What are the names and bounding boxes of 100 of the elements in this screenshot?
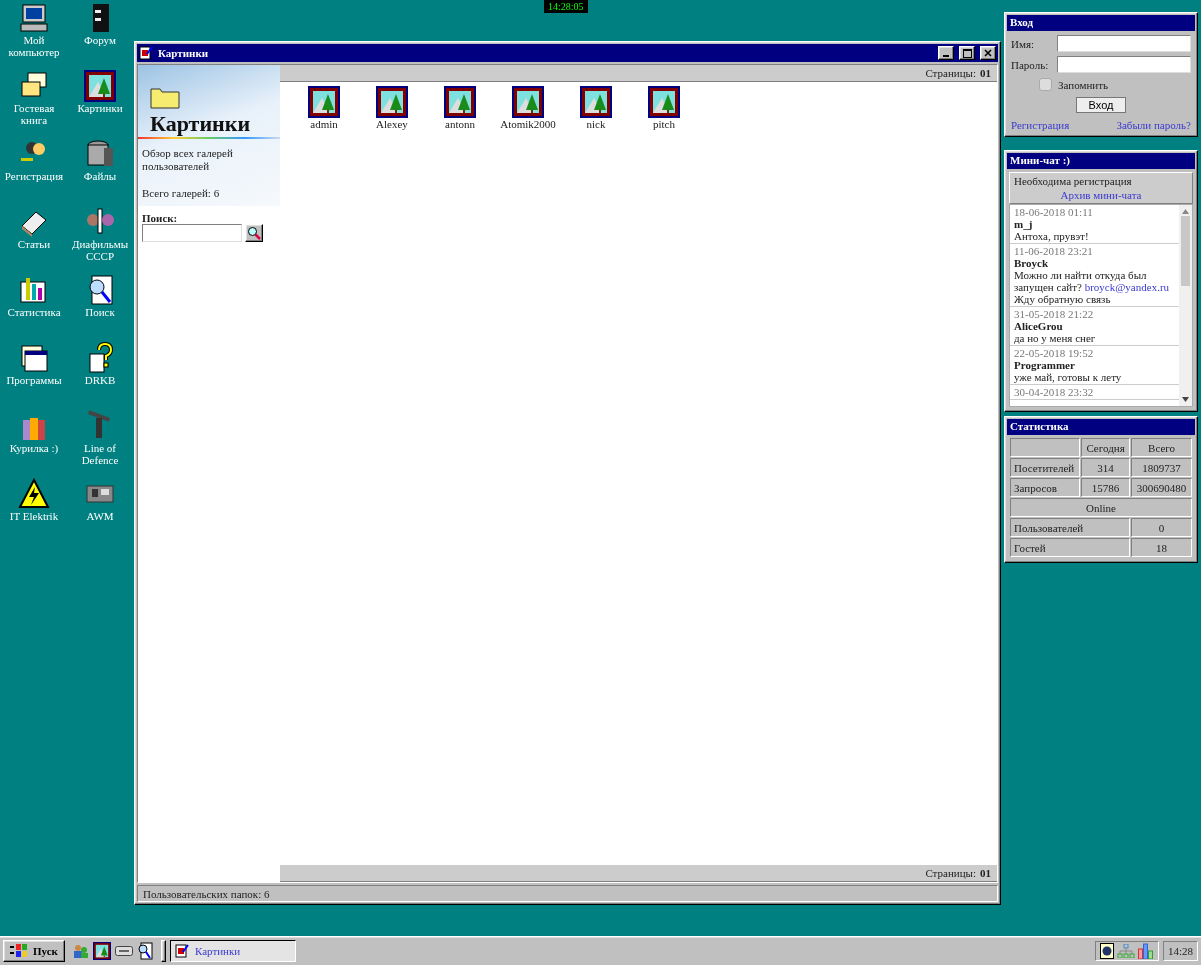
table-cell: Online — [1010, 498, 1192, 517]
close-icon — [984, 49, 992, 57]
message-date: 31-05-2018 21:22 — [1014, 308, 1095, 320]
field-label: Пароль: — [1011, 58, 1050, 71]
picture-icon — [512, 86, 544, 118]
start-button[interactable]: Пуск — [3, 940, 65, 962]
message-date: 11-06-2018 23:21 — [1014, 245, 1094, 257]
desktop-icon-label[interactable]: Файлы — [67, 170, 133, 182]
gallery-count: Всего галерей: 6 — [142, 187, 221, 200]
gallery-name[interactable]: admin — [310, 118, 338, 130]
table-cell: 300690480 — [1131, 478, 1192, 497]
desktop-icon-label[interactable]: IT Elektrik — [1, 510, 67, 522]
search-label: Поиск: — [142, 212, 179, 224]
desktop-icon-label[interactable]: AWM — [67, 510, 133, 522]
document-icon — [174, 944, 189, 958]
message-text: уже май, готовы к лету — [1014, 371, 1123, 383]
desktop-icon-label[interactable]: Статистика — [1, 306, 67, 318]
checkbox[interactable] — [1039, 78, 1052, 91]
checkbox-label: Запомнить — [1058, 78, 1108, 91]
desktop-icon-label[interactable]: Картинки — [67, 102, 133, 114]
panel-title: Вход — [1007, 15, 1195, 31]
archive-link[interactable]: Архив мини-чата — [1060, 189, 1142, 201]
column-header: Всего — [1131, 438, 1192, 457]
panel-title: Статистика — [1007, 419, 1195, 435]
table-cell: 314 — [1081, 458, 1131, 477]
pager-label: Страницы: — [925, 867, 976, 879]
status-text: Пользовательских папок: 6 — [143, 887, 270, 900]
message-text: да но у меня снег — [1014, 332, 1097, 344]
message-author: m_j — [1014, 218, 1034, 230]
message-date: 22-05-2018 19:52 — [1014, 347, 1095, 359]
table-cell: 18 — [1131, 538, 1192, 557]
desktop-icon-label[interactable]: Регистрация — [1, 170, 67, 182]
message-date: 30-04-2018 23:32 — [1014, 386, 1095, 398]
globe-icon[interactable] — [1099, 943, 1114, 959]
message-author: AliceGrou — [1014, 320, 1064, 332]
table-cell: 0 — [1131, 518, 1192, 537]
desktop-icon-label[interactable]: Поиск — [67, 306, 133, 318]
search-button[interactable] — [245, 224, 263, 242]
search-icon[interactable] — [136, 942, 153, 960]
window-title: Картинки — [158, 47, 210, 59]
search-icon — [247, 226, 261, 240]
desktop-icon-label[interactable]: Форум — [67, 34, 133, 46]
desktop-icon-label[interactable]: Курилка :) — [1, 442, 67, 454]
desktop-icon-label[interactable]: Гостевая книга — [1, 102, 67, 126]
message-text: Антоха, прувэт! — [1014, 230, 1090, 242]
page-link[interactable]: 01 — [980, 867, 991, 879]
minimize-button[interactable] — [938, 46, 954, 60]
picture-icon — [84, 70, 116, 102]
gallery-name[interactable]: nick — [586, 118, 606, 130]
gallery-name[interactable]: Atomik2000 — [500, 118, 556, 130]
picture-icon — [92, 942, 111, 960]
table-cell — [1010, 438, 1080, 457]
notice-text: Необходима регистрация — [1014, 175, 1133, 187]
panel-title: Мини-чат :) — [1007, 153, 1195, 169]
message-date: 18-06-2018 01:11 — [1014, 206, 1094, 218]
message-text: Можно ли найти откуда был запущен сайт? broyck@yandex.ru Жду обратную связь — [1014, 269, 1171, 305]
folder-icon — [150, 85, 180, 109]
page-link[interactable]: 01 — [980, 67, 991, 79]
description-text: Обзор всех галерей пользователей — [142, 147, 234, 173]
table-cell: 15786 — [1081, 478, 1131, 497]
scrollbar[interactable] — [1179, 205, 1192, 406]
desktop-icon-label[interactable]: Статьи — [1, 238, 67, 250]
gallery-name[interactable]: Alexey — [376, 118, 408, 130]
desktop-icon-label[interactable]: Мой компьютер — [1, 34, 67, 58]
picture-icon — [308, 86, 340, 118]
table-cell: Посетителей — [1010, 458, 1080, 477]
desktop-icon-label[interactable]: Диафильмы СССР — [67, 238, 133, 262]
bar-chart-icon[interactable] — [1137, 943, 1154, 959]
gallery-name[interactable]: antonn — [445, 118, 475, 130]
taskbar-separator — [160, 940, 166, 962]
maximize-icon — [962, 48, 972, 58]
table-cell: Гостей — [1010, 538, 1131, 557]
picture-icon — [376, 86, 408, 118]
scroll-up-arrow-icon[interactable] — [1182, 209, 1189, 214]
login-button[interactable]: Вход — [1075, 97, 1127, 113]
desktop-icon-label[interactable]: Программы — [1, 374, 67, 386]
document-icon — [139, 46, 153, 60]
people-icon[interactable] — [72, 943, 89, 959]
windows-logo-icon — [10, 943, 28, 959]
scrollbar-thumb[interactable] — [1181, 216, 1190, 286]
close-button[interactable] — [980, 46, 996, 60]
input-field[interactable] — [1057, 56, 1191, 73]
message-author: Programmer — [1014, 359, 1076, 371]
email-link[interactable]: broyck@yandex.ru — [1084, 281, 1170, 293]
link[interactable]: Регистрация — [1011, 119, 1070, 131]
maximize-button[interactable] — [959, 46, 975, 60]
computer-icon — [18, 2, 50, 34]
link[interactable]: Забыли пароль? — [1116, 119, 1191, 131]
drive-icon[interactable] — [114, 946, 133, 956]
desktop-icon-label[interactable]: Line of Defence — [67, 442, 133, 466]
input-field[interactable] — [1057, 35, 1191, 52]
taskbar-button[interactable]: Картинки — [169, 940, 296, 962]
table-cell: 1809737 — [1131, 458, 1192, 477]
gallery-name[interactable]: pitch — [653, 118, 675, 130]
scroll-down-arrow-icon[interactable] — [1182, 397, 1189, 402]
table-cell: Пользователей — [1010, 518, 1131, 537]
picture-icon — [648, 86, 680, 118]
pager-label: Страницы: — [925, 67, 976, 79]
desktop-icon-label[interactable]: DRKB — [67, 374, 133, 386]
search-field[interactable] — [142, 224, 242, 242]
